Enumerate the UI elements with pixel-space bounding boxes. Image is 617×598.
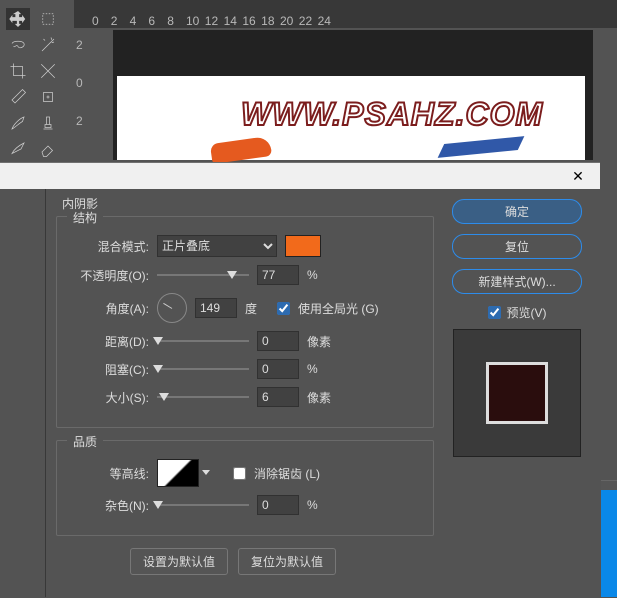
ruler-tick: 0	[92, 14, 111, 28]
ruler-tick: 18	[261, 14, 280, 28]
ruler-tick: 6	[148, 14, 167, 28]
right-edge-strip	[601, 490, 617, 597]
size-slider[interactable]	[157, 390, 249, 404]
contour-picker[interactable]	[157, 459, 199, 487]
blend-mode-select[interactable]: 正片叠底	[157, 235, 277, 257]
anti-alias-checkbox[interactable]	[233, 467, 246, 480]
left-style-list	[0, 189, 46, 597]
color-swatch[interactable]	[285, 235, 321, 257]
global-light-checkbox[interactable]	[277, 302, 290, 315]
orange-shape	[210, 136, 272, 164]
ruler-tick: 14	[224, 14, 243, 28]
crop-tool[interactable]	[6, 60, 30, 82]
magic-wand-tool[interactable]	[36, 34, 60, 56]
contour-label: 等高线:	[65, 465, 149, 482]
watermark-text: WWW.PSAHZ.COM	[241, 96, 543, 133]
angle-unit: 度	[245, 300, 269, 317]
noise-label: 杂色(N):	[65, 497, 149, 514]
stamp-tool[interactable]	[36, 112, 60, 134]
effect-title: 内阴影	[62, 195, 436, 212]
reset-button[interactable]: 复位	[452, 234, 582, 259]
size-label: 大小(S):	[65, 389, 149, 406]
close-button[interactable]: ✕	[562, 165, 594, 187]
angle-dial[interactable]	[157, 293, 187, 323]
distance-unit: 像素	[307, 333, 331, 350]
noise-unit: %	[307, 498, 331, 512]
ruler-tick: 2	[76, 38, 83, 52]
blue-shape	[438, 136, 525, 158]
quality-legend: 品质	[67, 433, 103, 450]
toolbox	[6, 8, 70, 164]
ruler-tick: 22	[299, 14, 318, 28]
noise-input[interactable]	[257, 495, 299, 515]
anti-alias-label: 消除锯齿 (L)	[254, 465, 320, 482]
artboard-tool[interactable]	[36, 8, 60, 30]
ruler-tick: 0	[76, 76, 83, 90]
preview-thumbnail	[453, 329, 581, 457]
ruler-tick: 8	[167, 14, 186, 28]
ruler-tick: 16	[242, 14, 261, 28]
global-light-label: 使用全局光 (G)	[298, 300, 379, 317]
ruler-tick: 20	[280, 14, 299, 28]
brush-tool[interactable]	[6, 112, 30, 134]
new-style-button[interactable]: 新建样式(W)...	[452, 269, 582, 294]
blend-mode-label: 混合模式:	[65, 238, 149, 255]
preview-checkbox[interactable]	[488, 306, 501, 319]
eraser-tool[interactable]	[36, 138, 60, 160]
ruler-tick: 24	[318, 14, 337, 28]
ruler-tick: 10	[186, 14, 205, 28]
distance-slider[interactable]	[157, 334, 249, 348]
ruler-tick: 12	[205, 14, 224, 28]
opacity-unit: %	[307, 268, 331, 282]
structure-group: 结构 混合模式: 正片叠底 不透明度(O): % 角度(A):	[56, 216, 434, 428]
structure-legend: 结构	[67, 209, 103, 226]
spread-input[interactable]	[257, 359, 299, 379]
angle-input[interactable]	[195, 298, 237, 318]
lasso-tool[interactable]	[6, 34, 30, 56]
slice-tool[interactable]	[36, 60, 60, 82]
opacity-slider[interactable]	[157, 268, 249, 282]
size-unit: 像素	[307, 389, 331, 406]
spread-slider[interactable]	[157, 362, 249, 376]
reset-default-button[interactable]: 复位为默认值	[238, 548, 336, 575]
spread-label: 阻塞(C):	[65, 361, 149, 378]
set-default-button[interactable]: 设置为默认值	[130, 548, 228, 575]
angle-label: 角度(A):	[65, 300, 149, 317]
opacity-label: 不透明度(O):	[65, 267, 149, 284]
quality-group: 品质 等高线: 消除锯齿 (L) 杂色(N): %	[56, 440, 434, 536]
spread-unit: %	[307, 362, 331, 376]
ruler-tick: 2	[76, 114, 83, 128]
size-input[interactable]	[257, 387, 299, 407]
distance-label: 距离(D):	[65, 333, 149, 350]
ruler-tick: 2	[111, 14, 130, 28]
distance-input[interactable]	[257, 331, 299, 351]
canvas: WWW.PSAHZ.COM	[113, 30, 593, 160]
opacity-input[interactable]	[257, 265, 299, 285]
noise-slider[interactable]	[157, 498, 249, 512]
ok-button[interactable]: 确定	[452, 199, 582, 224]
layer-style-dialog: ✕ 内阴影 结构 混合模式: 正片叠底 不透明度(O): %	[0, 162, 600, 597]
history-brush-tool[interactable]	[6, 138, 30, 160]
patch-tool[interactable]	[36, 86, 60, 108]
move-tool[interactable]	[6, 8, 30, 30]
eyedropper-tool[interactable]	[6, 86, 30, 108]
preview-label: 预览(V)	[507, 304, 547, 321]
ruler-tick: 4	[130, 14, 149, 28]
